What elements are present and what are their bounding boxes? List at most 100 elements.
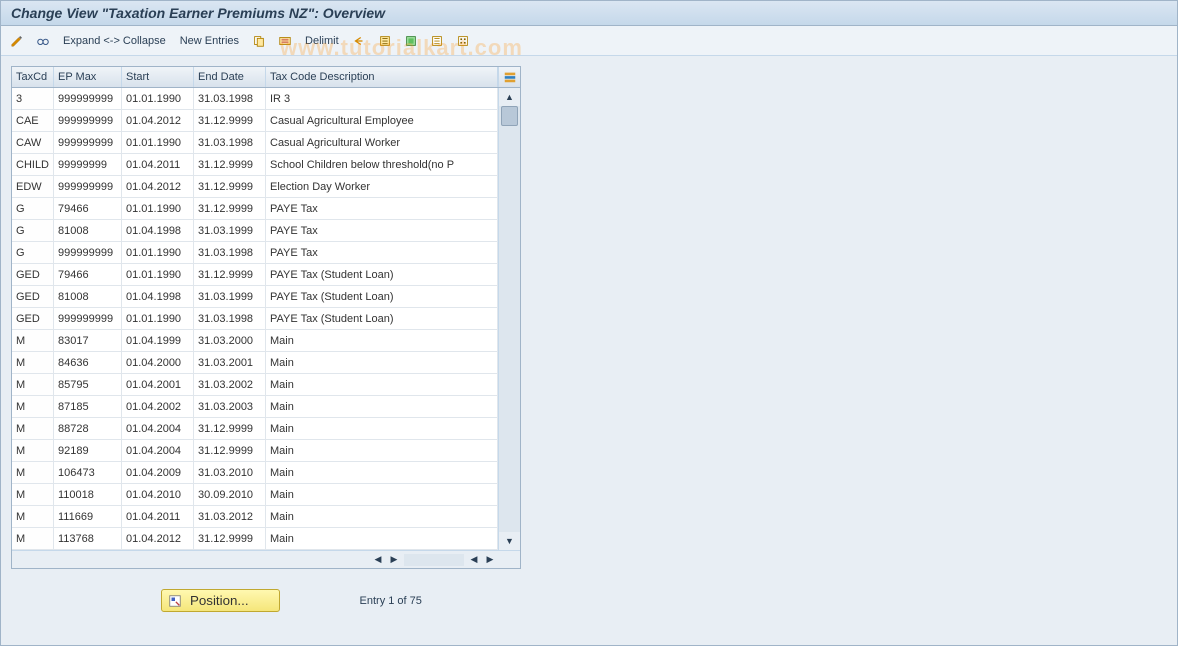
table-row[interactable]: GED99999999901.01.199031.03.1998PAYE Tax… xyxy=(12,308,498,330)
col-header-end[interactable]: End Date xyxy=(194,67,266,87)
cell-taxcd[interactable]: 3 xyxy=(12,88,54,109)
footer-area: Position... Entry 1 of 75 xyxy=(11,589,1167,612)
cell-taxcd[interactable]: CHILD xyxy=(12,154,54,175)
table-row[interactable]: M8872801.04.200431.12.9999Main xyxy=(12,418,498,440)
cell-epmax: 81008 xyxy=(54,286,122,307)
vertical-scrollbar[interactable]: ▲ ▼ xyxy=(498,88,520,550)
scroll-down-icon[interactable]: ▼ xyxy=(499,532,520,550)
table-row[interactable]: GED7946601.01.199031.12.9999PAYE Tax (St… xyxy=(12,264,498,286)
glasses-icon[interactable] xyxy=(33,31,53,51)
grid-body: 399999999901.01.199031.03.1998IR 3CAE999… xyxy=(12,88,520,550)
cell-epmax: 92189 xyxy=(54,440,122,461)
cell-taxcd[interactable]: M xyxy=(12,506,54,527)
cell-desc: Main xyxy=(266,440,498,461)
cell-taxcd[interactable]: GED xyxy=(12,308,54,329)
scroll-thumb[interactable] xyxy=(501,106,518,126)
cell-taxcd[interactable]: M xyxy=(12,484,54,505)
cell-taxcd[interactable]: M xyxy=(12,528,54,549)
cell-desc: Main xyxy=(266,374,498,395)
cell-start: 01.01.1990 xyxy=(122,242,194,263)
expand-collapse-button[interactable]: Expand <-> Collapse xyxy=(59,33,170,49)
cell-taxcd[interactable]: G xyxy=(12,242,54,263)
deselect-all-icon[interactable] xyxy=(427,31,447,51)
cell-taxcd[interactable]: G xyxy=(12,220,54,241)
table-row[interactable]: M10647301.04.200931.03.2010Main xyxy=(12,462,498,484)
scroll-up-icon[interactable]: ▲ xyxy=(499,88,520,106)
cell-end: 31.03.1998 xyxy=(194,132,266,153)
cell-epmax: 999999999 xyxy=(54,308,122,329)
table-row[interactable]: CAE99999999901.04.201231.12.9999Casual A… xyxy=(12,110,498,132)
cell-start: 01.01.1990 xyxy=(122,88,194,109)
cell-end: 31.03.2010 xyxy=(194,462,266,483)
new-entries-button[interactable]: New Entries xyxy=(176,33,243,49)
cell-desc: Main xyxy=(266,528,498,549)
cell-epmax: 81008 xyxy=(54,220,122,241)
table-row[interactable]: M8301701.04.199931.03.2000Main xyxy=(12,330,498,352)
cell-taxcd[interactable]: M xyxy=(12,462,54,483)
cell-epmax: 999999999 xyxy=(54,110,122,131)
hscroll-right-icon[interactable]: ▶ xyxy=(386,551,402,568)
cell-desc: PAYE Tax xyxy=(266,220,498,241)
copy-icon[interactable] xyxy=(249,31,269,51)
table-row[interactable]: GED8100801.04.199831.03.1999PAYE Tax (St… xyxy=(12,286,498,308)
table-row[interactable]: G8100801.04.199831.03.1999PAYE Tax xyxy=(12,220,498,242)
cell-epmax: 84636 xyxy=(54,352,122,373)
scroll-track[interactable] xyxy=(499,106,520,532)
cell-taxcd[interactable]: M xyxy=(12,352,54,373)
cell-end: 31.12.9999 xyxy=(194,528,266,549)
cell-taxcd[interactable]: M xyxy=(12,396,54,417)
cell-end: 31.12.9999 xyxy=(194,440,266,461)
table-row[interactable]: CAW99999999901.01.199031.03.1998Casual A… xyxy=(12,132,498,154)
cell-end: 31.12.9999 xyxy=(194,198,266,219)
cell-start: 01.04.2010 xyxy=(122,484,194,505)
col-header-desc[interactable]: Tax Code Description xyxy=(266,67,498,87)
cell-taxcd[interactable]: CAE xyxy=(12,110,54,131)
cell-start: 01.04.2000 xyxy=(122,352,194,373)
table-row[interactable]: M11001801.04.201030.09.2010Main xyxy=(12,484,498,506)
cell-start: 01.04.1999 xyxy=(122,330,194,351)
cell-taxcd[interactable]: M xyxy=(12,418,54,439)
horizontal-scrollbar[interactable]: ◀ ▶ ◀ ▶ xyxy=(12,550,520,568)
hscroll-left-icon[interactable]: ◀ xyxy=(370,551,386,568)
table-row[interactable]: EDW99999999901.04.201231.12.9999Election… xyxy=(12,176,498,198)
cell-desc: School Children below threshold(no P xyxy=(266,154,498,175)
hscroll-right2-icon[interactable]: ▶ xyxy=(482,551,498,568)
delete-icon[interactable] xyxy=(275,31,295,51)
hscroll-left2-icon[interactable]: ◀ xyxy=(466,551,482,568)
table-row[interactable]: M11166901.04.201131.03.2012Main xyxy=(12,506,498,528)
cell-epmax: 999999999 xyxy=(54,88,122,109)
table-row[interactable]: M9218901.04.200431.12.9999Main xyxy=(12,440,498,462)
cell-epmax: 111669 xyxy=(54,506,122,527)
col-header-start[interactable]: Start xyxy=(122,67,194,87)
cell-taxcd[interactable]: GED xyxy=(12,286,54,307)
delimit-button[interactable]: Delimit xyxy=(301,33,343,49)
select-all-icon[interactable] xyxy=(375,31,395,51)
col-header-taxcd[interactable]: TaxCd xyxy=(12,67,54,87)
cell-start: 01.04.2004 xyxy=(122,440,194,461)
select-block-icon[interactable] xyxy=(401,31,421,51)
cell-end: 31.12.9999 xyxy=(194,264,266,285)
cell-taxcd[interactable]: EDW xyxy=(12,176,54,197)
undo-icon[interactable] xyxy=(349,31,369,51)
cell-end: 31.03.1999 xyxy=(194,220,266,241)
table-row[interactable]: G7946601.01.199031.12.9999PAYE Tax xyxy=(12,198,498,220)
table-row[interactable]: M8463601.04.200031.03.2001Main xyxy=(12,352,498,374)
table-row[interactable]: M8579501.04.200131.03.2002Main xyxy=(12,374,498,396)
toggle-change-icon[interactable] xyxy=(7,31,27,51)
table-row[interactable]: G99999999901.01.199031.03.1998PAYE Tax xyxy=(12,242,498,264)
cell-taxcd[interactable]: GED xyxy=(12,264,54,285)
table-row[interactable]: M8718501.04.200231.03.2003Main xyxy=(12,396,498,418)
position-button[interactable]: Position... xyxy=(161,589,280,612)
table-row[interactable]: CHILD9999999901.04.201131.12.9999School … xyxy=(12,154,498,176)
table-row[interactable]: 399999999901.01.199031.03.1998IR 3 xyxy=(12,88,498,110)
cell-taxcd[interactable]: M xyxy=(12,330,54,351)
cell-taxcd[interactable]: CAW xyxy=(12,132,54,153)
cell-epmax: 110018 xyxy=(54,484,122,505)
cell-taxcd[interactable]: G xyxy=(12,198,54,219)
cell-taxcd[interactable]: M xyxy=(12,374,54,395)
table-row[interactable]: M11376801.04.201231.12.9999Main xyxy=(12,528,498,550)
config-icon[interactable] xyxy=(453,31,473,51)
col-header-epmax[interactable]: EP Max xyxy=(54,67,122,87)
table-settings-icon[interactable] xyxy=(498,67,520,87)
cell-taxcd[interactable]: M xyxy=(12,440,54,461)
